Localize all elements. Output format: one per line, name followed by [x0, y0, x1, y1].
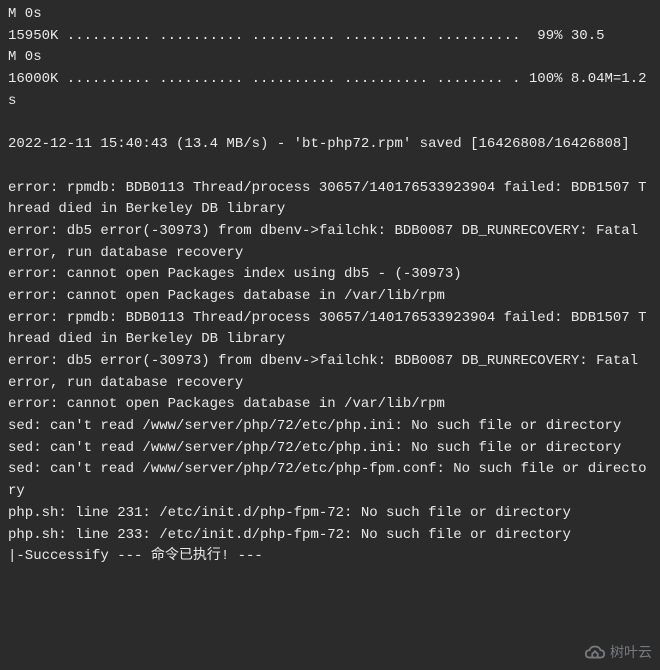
terminal-line: php.sh: line 231: /etc/init.d/php-fpm-72… [8, 503, 652, 525]
terminal-line: M 0s [8, 47, 652, 69]
watermark-text: 树叶云 [610, 642, 652, 664]
terminal-line: |-Successify --- 命令已执行! --- [8, 546, 652, 568]
terminal-line: sed: can't read /www/server/php/72/etc/p… [8, 438, 652, 460]
cloud-icon [584, 644, 606, 662]
terminal-line [8, 112, 652, 134]
terminal-line: sed: can't read /www/server/php/72/etc/p… [8, 459, 652, 502]
terminal-line [8, 156, 652, 178]
terminal-line: error: cannot open Packages database in … [8, 286, 652, 308]
terminal-line: error: cannot open Packages index using … [8, 264, 652, 286]
terminal-line: error: rpmdb: BDB0113 Thread/process 306… [8, 308, 652, 351]
terminal-line: 15950K .......... .......... .......... … [8, 26, 652, 48]
terminal-line: sed: can't read /www/server/php/72/etc/p… [8, 416, 652, 438]
terminal-line: error: db5 error(-30973) from dbenv->fai… [8, 221, 652, 264]
terminal-line: php.sh: line 233: /etc/init.d/php-fpm-72… [8, 525, 652, 547]
terminal-line: error: rpmdb: BDB0113 Thread/process 306… [8, 178, 652, 221]
terminal-line: error: cannot open Packages database in … [8, 394, 652, 416]
terminal-line: M 0s [8, 4, 652, 26]
watermark: 树叶云 [584, 642, 652, 664]
terminal-line: 16000K .......... .......... .......... … [8, 69, 652, 112]
terminal-line: error: db5 error(-30973) from dbenv->fai… [8, 351, 652, 394]
terminal-line: 2022-12-11 15:40:43 (13.4 MB/s) - 'bt-ph… [8, 134, 652, 156]
terminal-output: M 0s15950K .......... .......... .......… [8, 4, 652, 568]
